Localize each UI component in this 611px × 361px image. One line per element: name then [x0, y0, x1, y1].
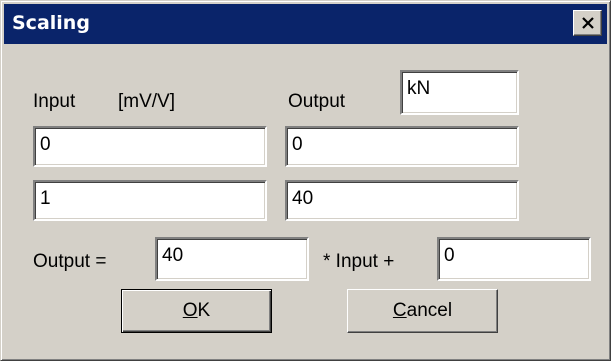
input-value-1-field[interactable]: 0 [33, 126, 267, 167]
output-unit-field[interactable]: kN [400, 70, 519, 115]
close-icon [581, 17, 594, 29]
output-value-1-field[interactable]: 0 [285, 126, 519, 167]
input-unit-label: [mV/V] [118, 91, 176, 112]
input-plus-label: * Input + [323, 251, 395, 272]
scaling-dialog: Scaling Input [mV/V] Output kN 0 0 1 40 … [0, 0, 611, 361]
offset-field[interactable]: 0 [437, 237, 591, 281]
output-equals-label: Output = [33, 251, 107, 272]
output-label: Output [288, 91, 346, 112]
cancel-label-rest: ancel [406, 300, 453, 321]
ok-label-rest: K [197, 300, 211, 321]
input-label: Input [33, 91, 76, 112]
title-bar[interactable]: Scaling [4, 4, 607, 44]
scale-factor-field[interactable]: 40 [155, 237, 309, 281]
input-value-2-field[interactable]: 1 [33, 180, 267, 221]
output-value-2-field[interactable]: 40 [285, 180, 519, 221]
ok-button[interactable]: OK [121, 289, 272, 333]
cancel-mnemonic: C [392, 300, 407, 321]
cancel-button[interactable]: Cancel [347, 289, 498, 333]
ok-mnemonic: O [182, 300, 198, 321]
dialog-title: Scaling [12, 12, 90, 34]
close-button[interactable] [573, 10, 602, 36]
